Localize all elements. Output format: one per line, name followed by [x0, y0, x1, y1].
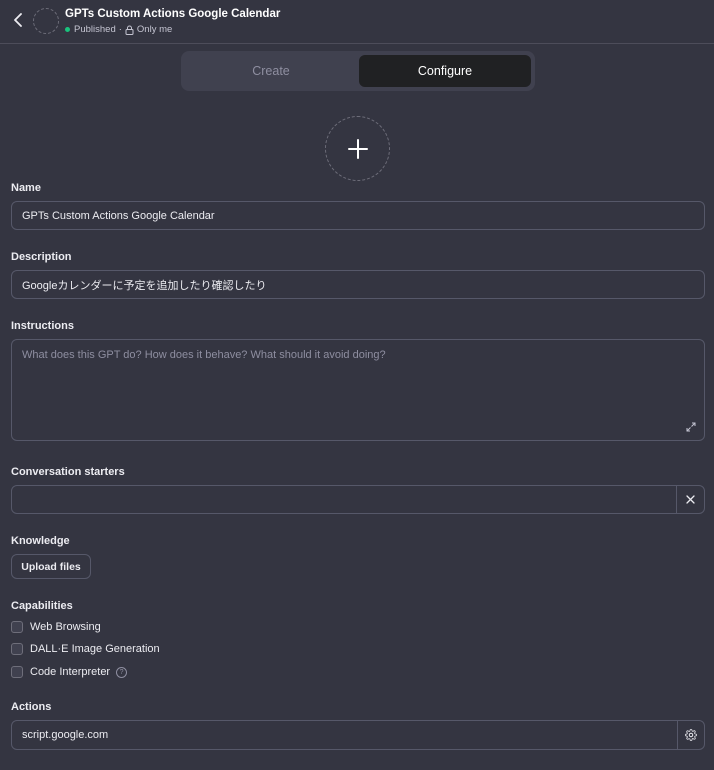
gear-icon — [685, 729, 697, 741]
mode-tabs: Create Configure — [181, 51, 535, 91]
action-settings-button[interactable] — [677, 721, 704, 749]
clear-starter-button[interactable] — [676, 486, 704, 513]
tab-configure[interactable]: Configure — [359, 55, 531, 87]
action-domain: script.google.com — [22, 729, 109, 741]
back-button[interactable] — [8, 10, 28, 30]
gpt-status: Published · Only me — [65, 24, 172, 35]
starter-row — [11, 485, 705, 514]
capabilities-label: Capabilities — [11, 600, 73, 612]
instructions-label: Instructions — [11, 320, 74, 332]
name-value: GPTs Custom Actions Google Calendar — [22, 209, 215, 222]
web-browsing-label: Web Browsing — [30, 621, 101, 633]
dalle-label: DALL·E Image Generation — [30, 643, 160, 655]
header: GPTs Custom Actions Google Calendar Publ… — [0, 0, 714, 44]
action-row[interactable]: script.google.com — [11, 720, 705, 750]
code-interpreter-checkbox[interactable] — [11, 666, 23, 678]
description-label: Description — [11, 251, 72, 263]
help-icon[interactable]: ? — [116, 666, 128, 678]
chevron-left-icon — [14, 13, 22, 27]
gpt-avatar[interactable] — [33, 8, 59, 34]
published-dot — [65, 27, 70, 32]
capability-web-browsing[interactable]: Web Browsing — [11, 621, 101, 633]
lock-icon — [125, 25, 134, 35]
add-image-button[interactable] — [325, 116, 390, 181]
dalle-checkbox[interactable] — [11, 643, 23, 655]
plus-icon — [347, 138, 368, 159]
upload-files-button[interactable]: Upload files — [11, 554, 91, 579]
capability-dalle[interactable]: DALL·E Image Generation — [11, 643, 160, 655]
gpt-title: GPTs Custom Actions Google Calendar — [65, 8, 281, 20]
tab-create[interactable]: Create — [185, 55, 357, 87]
description-field[interactable]: Googleカレンダーに予定を追加したり確認したり — [11, 270, 705, 299]
capability-code-interpreter[interactable]: Code Interpreter ? — [11, 666, 128, 678]
status-separator: · — [118, 24, 122, 35]
name-field[interactable]: GPTs Custom Actions Google Calendar — [11, 201, 705, 230]
actions-label: Actions — [11, 701, 52, 713]
starters-label: Conversation starters — [11, 466, 125, 478]
visibility-text: Only me — [136, 24, 173, 35]
web-browsing-checkbox[interactable] — [11, 621, 23, 633]
status-text: Published — [74, 24, 116, 35]
instructions-field[interactable]: What does this GPT do? How does it behav… — [11, 339, 705, 441]
close-icon — [686, 495, 695, 504]
knowledge-label: Knowledge — [11, 535, 70, 547]
description-value: Googleカレンダーに予定を追加したり確認したり — [22, 279, 267, 292]
code-interpreter-label: Code Interpreter — [30, 666, 111, 678]
name-label: Name — [11, 182, 41, 194]
expand-icon[interactable] — [686, 422, 696, 432]
starter-input[interactable] — [12, 486, 676, 513]
instructions-placeholder: What does this GPT do? How does it behav… — [22, 349, 386, 361]
